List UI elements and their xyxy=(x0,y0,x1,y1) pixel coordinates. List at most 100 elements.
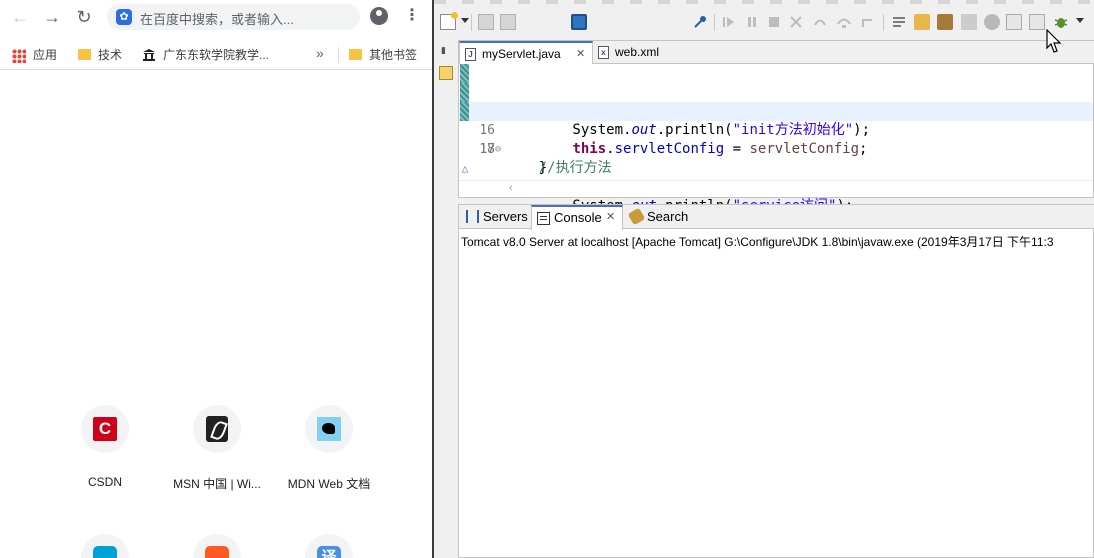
left-trim-bar: ▮ xyxy=(434,40,458,198)
bookmark-folder-other[interactable]: 其他书签 xyxy=(349,46,417,64)
tab-label: Search xyxy=(647,209,689,224)
bookmarks-overflow-button[interactable]: » xyxy=(316,44,324,62)
bookmark-label: 广东东软学院教学... xyxy=(163,48,270,62)
block-select-icon[interactable] xyxy=(1006,14,1022,30)
new-dropdown-arrow-icon[interactable] xyxy=(461,18,469,23)
forward-arrow-icon[interactable]: → xyxy=(40,5,64,29)
shortcut-tile xyxy=(193,534,241,558)
change-marker xyxy=(460,64,469,83)
xml-file-icon: x xyxy=(598,46,609,59)
step-return-icon[interactable] xyxy=(860,14,876,30)
apps-grid-icon xyxy=(12,48,26,63)
shortcut-translate[interactable]: 译 xyxy=(279,534,379,558)
translate-icon: 译 xyxy=(317,546,341,558)
mdn-icon xyxy=(317,417,341,441)
close-icon[interactable]: ✕ xyxy=(606,207,615,228)
restore-icon[interactable]: ▮ xyxy=(441,45,446,56)
bilibili-icon xyxy=(93,546,117,558)
skip-breakpoints-icon[interactable] xyxy=(692,14,708,30)
console-tab-bar: Servers Console ✕ Search xyxy=(459,205,1094,230)
scroll-left-arrow-icon[interactable]: ‹ xyxy=(509,182,513,194)
console-monitor-icon[interactable] xyxy=(571,14,587,30)
code-line: 15 System.out.println("init方法初始化"); xyxy=(459,64,1093,138)
shortcut-label: CSDN xyxy=(87,475,122,489)
suspend-icon[interactable] xyxy=(744,14,760,30)
code-line: 18 //执行方法 xyxy=(459,121,1093,176)
csdn-icon: C xyxy=(93,417,117,441)
back-arrow-icon[interactable]: ← xyxy=(8,5,32,29)
debug-dropdown-arrow-icon[interactable] xyxy=(1076,18,1084,23)
disconnect-icon[interactable] xyxy=(788,14,804,30)
orange-app-icon xyxy=(205,546,229,558)
package-explorer-icon[interactable] xyxy=(439,66,453,80)
tab-label: web.xml xyxy=(615,45,660,59)
save-all-icon[interactable] xyxy=(500,14,516,30)
shortcut-bilibili[interactable] xyxy=(55,534,155,558)
format-lines-icon[interactable] xyxy=(891,14,907,30)
tab-console[interactable]: Console ✕ xyxy=(531,205,623,230)
resume-icon[interactable] xyxy=(721,14,737,30)
shortcut-mdn[interactable]: MDN Web 文档 xyxy=(279,405,379,492)
toolbar-separator xyxy=(714,14,715,31)
terminate-icon[interactable] xyxy=(766,14,782,30)
save-icon[interactable] xyxy=(478,14,494,30)
bookmark-apps[interactable]: 应用 xyxy=(12,46,57,64)
tab-web-xml[interactable]: x web.xml xyxy=(593,41,689,64)
show-whitespace-icon[interactable] xyxy=(1029,14,1045,30)
university-icon xyxy=(143,49,155,62)
shortcut-msn[interactable]: MSN 中国 | Wi... xyxy=(167,405,267,492)
mouse-pointer-icon xyxy=(1046,29,1062,53)
editor-horizontal-scrollbar[interactable]: ‹ xyxy=(459,180,1093,197)
browser-toolbar: ← → ↻ ✿ 在百度中搜索，或者输入... ☆ ⋮ xyxy=(0,0,432,34)
fold-collapse-icon[interactable]: ⊖ xyxy=(495,140,501,159)
console-icon xyxy=(537,212,550,225)
chrome-browser-window: ← → ↻ ✿ 在百度中搜索，或者输入... ☆ ⋮ 应用 技术 广东东软学院教… xyxy=(0,0,432,558)
tab-myservlet-java[interactable]: J myServlet.java ✕ xyxy=(459,41,593,65)
folder-icon xyxy=(349,49,362,61)
toggle-mark-icon[interactable] xyxy=(984,14,1000,30)
close-icon[interactable]: ✕ xyxy=(576,43,585,65)
debug-bug-icon[interactable] xyxy=(1053,14,1069,30)
bookmark-label: 技术 xyxy=(98,48,123,62)
reload-icon[interactable]: ↻ xyxy=(72,5,96,29)
eclipse-ide-window: ▮ J myServlet.java ✕ x web.xml 15 xyxy=(434,0,1094,558)
baidu-paw-icon: ✿ xyxy=(116,9,132,25)
bookmark-gdsoft[interactable]: 广东东软学院教学... xyxy=(142,46,269,64)
console-process-label: Tomcat v8.0 Server at localhost [Apache … xyxy=(461,235,1054,249)
toolbar-separator xyxy=(883,14,884,31)
servers-icon xyxy=(466,210,479,223)
tab-label: Console xyxy=(554,210,602,225)
java-file-icon: J xyxy=(465,48,476,61)
code-line: 20 System.out.println("service访问"); xyxy=(459,159,1093,214)
shortcut-tile: C xyxy=(81,405,129,453)
change-marker xyxy=(460,83,469,102)
screen: ← → ↻ ✿ 在百度中搜索，或者输入... ☆ ⋮ 应用 技术 广东东软学院教… xyxy=(0,0,1094,558)
new-file-icon[interactable] xyxy=(440,12,458,30)
shortcut-tile xyxy=(305,405,353,453)
code-line: 16 this.servletConfig = servletConfig; xyxy=(459,83,1093,157)
omnibox[interactable]: ✿ 在百度中搜索，或者输入... ☆ xyxy=(107,4,360,30)
shortcut-csdn[interactable]: C CSDN xyxy=(55,405,155,489)
change-marker xyxy=(460,102,469,121)
shortcut-orange-app[interactable] xyxy=(167,534,267,558)
step-over-icon[interactable] xyxy=(836,14,852,30)
open-task-icon[interactable] xyxy=(937,14,953,30)
search-tool-icon[interactable] xyxy=(961,14,977,30)
eclipse-toolbar xyxy=(434,0,1094,40)
editor-tab-bar: J myServlet.java ✕ x web.xml xyxy=(459,41,1094,65)
more-menu-icon[interactable]: ⋮ xyxy=(404,6,420,26)
toolbar-separator xyxy=(471,14,472,31)
tab-search[interactable]: Search xyxy=(625,205,693,229)
step-into-icon[interactable] xyxy=(812,14,828,30)
code-text-area[interactable]: 15 System.out.println("init方法初始化"); 16 t… xyxy=(459,64,1093,233)
shortcut-tile: 译 xyxy=(305,534,353,558)
code-line-current: 17 } xyxy=(459,102,1093,176)
open-type-icon[interactable] xyxy=(914,14,930,30)
code-editor: J myServlet.java ✕ x web.xml 15 System.o… xyxy=(458,40,1094,233)
bookmark-label: 应用 xyxy=(33,48,58,62)
msn-icon xyxy=(206,416,228,442)
profile-avatar-icon[interactable] xyxy=(370,7,388,25)
tab-label: myServlet.java xyxy=(482,47,561,61)
bookmark-folder-tech[interactable]: 技术 xyxy=(78,46,122,64)
tab-servers[interactable]: Servers xyxy=(461,205,529,229)
